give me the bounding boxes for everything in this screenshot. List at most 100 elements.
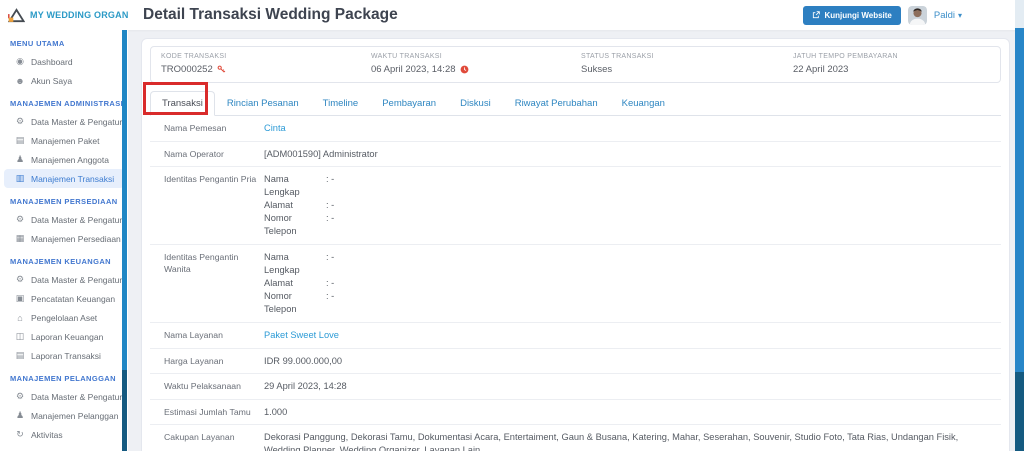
sidebar-item-aktivitas[interactable]: ↻ Aktivitas [4, 425, 124, 444]
table-row: Nama Operator [ADM001590] Administrator [150, 142, 1001, 167]
table-row: Harga Layanan IDR 99.000.000,00 [150, 349, 1001, 374]
sub-value: : - [326, 278, 335, 288]
clock-icon[interactable] [460, 65, 469, 74]
row-label: Nama Pemesan [164, 123, 227, 133]
row-label: Cakupan Layanan [164, 432, 235, 442]
row-label: Identitas Pengantin Wanita [164, 252, 239, 274]
summary-field-kode-transaksi: KODE TRANSAKSI TRO000252 [161, 53, 371, 75]
page-scrollbar-thumb[interactable] [1015, 28, 1024, 372]
sidebar-item-data-master-keuangan[interactable]: ⚙ Data Master & Pengaturan [4, 270, 124, 289]
row-value: 1.000 [264, 406, 288, 417]
sidebar-item-label: Pengelolaan Aset [31, 312, 98, 323]
transaction-detail-card: KODE TRANSAKSI TRO000252 WAKTU TRANSAKSI… [141, 38, 1010, 451]
sub-value: : - [326, 213, 335, 223]
sidebar-item-laporan-keuangan[interactable]: ◫ Laporan Keuangan [4, 327, 124, 346]
sidebar-item-label: Data Master & Pengaturan [31, 116, 124, 127]
tab-keuangan[interactable]: Keuangan [610, 91, 677, 116]
sub-label: Nomor Telepon [264, 213, 297, 236]
brand-name: MY WEDDING ORGAN [30, 10, 128, 20]
sidebar-item-manajemen-transaksi[interactable]: ▥ Manajemen Transaksi [4, 169, 124, 188]
user-menu[interactable]: Paldi ▾ [934, 10, 962, 21]
sidebar-scrollbar-thumb[interactable] [122, 30, 127, 370]
table-row: Cakupan Layanan Dekorasi Panggung, Dekor… [150, 425, 1001, 451]
sidebar-item-pencatatan-keuangan[interactable]: ▣ Pencatatan Keuangan [4, 289, 124, 308]
table-row: Nama Pemesan Cinta [150, 116, 1001, 142]
sidebar-item-data-master-pelanggan[interactable]: ⚙ Data Master & Pengaturan [4, 387, 124, 406]
sidebar-scrollbar-track[interactable] [122, 370, 127, 451]
row-label: Harga Layanan [164, 355, 224, 366]
sidebar-item-manajemen-anggota[interactable]: ♟ Manajemen Anggota [4, 150, 124, 169]
sidebar-item-label: Laporan Transaksi [31, 350, 101, 361]
sidebar-item-laporan-transaksi[interactable]: ▤ Laporan Transaksi [4, 346, 124, 365]
package-link[interactable]: Paket Sweet Love [264, 329, 1001, 342]
gears-icon: ⚙ [15, 116, 25, 126]
summary-field-waktu-transaksi: WAKTU TRANSAKSI 06 April 2023, 14:28 [371, 53, 581, 75]
tab-riwayat-perubahan[interactable]: Riwayat Perubahan [503, 91, 610, 116]
sidebar-section-menu-utama: MENU UTAMA [10, 39, 65, 48]
external-link-icon [812, 11, 821, 19]
field-label: KODE TRANSAKSI [161, 53, 227, 60]
transaction-report-icon: ▤ [15, 350, 25, 360]
table-row: Waktu Pelaksanaan 29 April 2023, 14:28 [150, 374, 1001, 400]
visit-website-button[interactable]: Kunjungi Website [803, 5, 901, 25]
customer-link[interactable]: Cinta [264, 122, 1001, 135]
sidebar-item-dashboard[interactable]: ◉ Dashboard [4, 52, 124, 71]
sidebar-item-label: Manajemen Anggota [31, 154, 109, 165]
summary-field-jatuh-tempo: JATUH TEMPO PEMBAYARAN 22 April 2023 [793, 53, 1000, 75]
tab-timeline[interactable]: Timeline [311, 91, 371, 116]
transaction-detail-table: Nama Pemesan Cinta Nama Operator [ADM001… [150, 116, 1001, 451]
tab-diskusi[interactable]: Diskusi [448, 91, 503, 116]
gears-icon: ⚙ [15, 274, 25, 284]
row-label: Estimasi Jumlah Tamu [164, 406, 251, 417]
user-icon: ☻ [15, 75, 25, 86]
field-value: TRO000252 [161, 64, 213, 75]
sub-label: Nama Lengkap [264, 174, 300, 197]
field-label: WAKTU TRANSAKSI [371, 53, 443, 60]
user-name-label: Paldi [933, 9, 955, 21]
visit-website-label: Kunjungi Website [824, 10, 892, 20]
gears-icon: ⚙ [15, 214, 25, 224]
sidebar-item-label: Akun Saya [31, 75, 73, 86]
tab-transaksi[interactable]: Transaksi [150, 91, 215, 116]
bookkeeping-icon: ▣ [15, 293, 25, 303]
sidebar-item-data-master-administrasi[interactable]: ⚙ Data Master & Pengaturan [4, 112, 124, 131]
row-label: Nama Operator [164, 148, 224, 159]
summary-field-status-transaksi: STATUS TRANSAKSI Sukses [581, 53, 793, 75]
sidebar-item-label: Data Master & Pengaturan [31, 214, 124, 225]
sub-value: : - [326, 291, 335, 301]
transaction-summary-strip: KODE TRANSAKSI TRO000252 WAKTU TRANSAKSI… [150, 46, 1001, 83]
key-icon[interactable] [217, 65, 226, 74]
sub-value: : - [326, 200, 335, 210]
sidebar-item-label: Laporan Keuangan [31, 331, 104, 342]
brand[interactable]: MY WEDDING ORGAN [0, 0, 128, 30]
row-label: Nama Layanan [164, 330, 223, 340]
status-value: Sukses [581, 64, 613, 75]
detail-tabs: Transaksi Rincian Pesanan Timeline Pemba… [150, 91, 1001, 116]
tab-rincian-pesanan[interactable]: Rincian Pesanan [215, 91, 311, 116]
page-title: Detail Transaksi Wedding Package [143, 6, 398, 23]
sidebar-item-label: Pencatatan Keuangan [31, 293, 116, 304]
row-label: Identitas Pengantin Pria [164, 174, 257, 184]
tab-pembayaran[interactable]: Pembayaran [370, 91, 448, 116]
table-row: Identitas Pengantin Pria Nama Lengkap : -… [150, 167, 1001, 245]
sidebar-item-data-master-persediaan[interactable]: ⚙ Data Master & Pengaturan [4, 210, 124, 229]
sidebar-item-pengelolaan-aset[interactable]: ⌂ Pengelolaan Aset [4, 308, 124, 327]
sidebar-item-manajemen-persediaan[interactable]: ▦ Manajemen Persediaan [4, 229, 124, 248]
sidebar-item-manajemen-paket[interactable]: ▤ Manajemen Paket [4, 131, 124, 150]
sidebar-section-keuangan: MANAJEMEN KEUANGAN [10, 257, 111, 266]
table-row: Nama Layanan Paket Sweet Love [150, 323, 1001, 349]
row-value: Dekorasi Panggung, Dekorasi Tamu, Dokume… [264, 432, 959, 451]
sub-label: Alamat [264, 200, 293, 210]
sidebar-item-akun-saya[interactable]: ☻ Akun Saya [4, 71, 124, 90]
field-value: 06 April 2023, 14:28 [371, 64, 456, 75]
sidebar-item-label: Manajemen Pelanggan [31, 410, 119, 421]
sidebar-item-manajemen-pelanggan[interactable]: ♟ Manajemen Pelanggan [4, 406, 124, 425]
field-label: JATUH TEMPO PEMBAYARAN [793, 53, 898, 60]
page-scrollbar-track-bottom[interactable] [1015, 372, 1024, 451]
sidebar-item-label: Manajemen Transaksi [31, 173, 115, 184]
row-label: Waktu Pelaksanaan [164, 381, 241, 391]
field-value: 22 April 2023 [793, 64, 849, 75]
sidebar-section-persediaan: MANAJEMEN PERSEDIAAN [10, 197, 118, 206]
avatar[interactable] [907, 5, 927, 25]
sidebar-item-label: Data Master & Pengaturan [31, 391, 124, 402]
